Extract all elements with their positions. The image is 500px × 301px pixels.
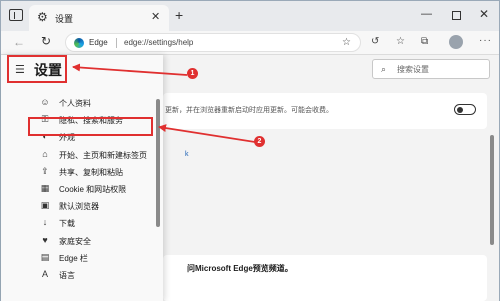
nav-item-label: Cookie 和网站权限: [59, 184, 127, 194]
nav-item-downloads[interactable]: ↓ 下载: [1, 215, 151, 232]
nav-item-label: 个人资料: [59, 99, 91, 108]
nav-item-label: 家庭安全: [59, 236, 91, 246]
metered-update-toggle[interactable]: [454, 104, 476, 115]
nav-item-label: 开始、主页和新建标签页: [59, 150, 147, 160]
tab-actions-icon[interactable]: [9, 9, 23, 21]
extensions-icon[interactable]: ↺: [371, 36, 379, 47]
reload-icon[interactable]: ↻: [41, 34, 51, 48]
insider-card: 问Microsoft Edge预览频道。: [163, 255, 487, 301]
home-icon: ⌂: [42, 148, 48, 159]
nav-item-languages[interactable]: A 语言: [1, 267, 151, 284]
minimize-button[interactable]: —: [421, 8, 432, 20]
edge-logo-icon: [74, 38, 84, 48]
browser-window: ⚙ 设置 ✕ + — ✕ ← ↻ Edge edge://settings/he…: [0, 0, 500, 301]
update-text: 更新，并在浏览器重新启动时应用更新。可能会收费。: [165, 107, 333, 114]
browser-icon: ▣: [40, 200, 50, 211]
url-text[interactable]: edge://settings/help: [124, 38, 193, 47]
maximize-button[interactable]: [452, 11, 461, 20]
search-input[interactable]: [397, 63, 485, 76]
nav-item-share[interactable]: ⇪ 共享、复制和粘贴: [1, 164, 151, 181]
search-icon: ⌕: [381, 64, 387, 74]
nav-item-profiles[interactable]: ☺ 个人资料: [1, 95, 151, 112]
nav-item-family[interactable]: ♥ 家庭安全: [1, 233, 151, 250]
collections-icon[interactable]: ⧉: [421, 36, 428, 47]
page-scrollbar[interactable]: [490, 135, 494, 245]
annotation-badge-1: 1: [187, 68, 198, 79]
tab-settings[interactable]: ⚙ 设置 ✕: [29, 5, 169, 31]
settings-nav-flyout: ☰ 设置 ☺ 个人资料 ⚿ 隐私、搜索和服务 ◐ 外观 ⌂ 开始、主页和新建标签…: [1, 55, 163, 301]
help-link[interactable]: k: [185, 151, 189, 158]
family-icon: ♥: [42, 234, 48, 245]
search-settings-box[interactable]: ⌕: [372, 59, 490, 79]
edge-bar-icon: ▤: [40, 251, 50, 262]
address-bar[interactable]: Edge edge://settings/help ☆: [65, 33, 361, 52]
nav-item-cookies[interactable]: ▦ Cookie 和网站权限: [1, 181, 151, 198]
address-toolbar: ← ↻ Edge edge://settings/help ☆ ↺ ☆ ⧉ ··…: [1, 31, 499, 55]
favorites-icon[interactable]: ☆: [396, 36, 405, 47]
nav-item-edge-bar[interactable]: ▤ Edge 栏: [1, 250, 151, 267]
favorite-add-icon[interactable]: ☆: [342, 37, 351, 48]
nav-item-label: Edge 栏: [59, 253, 88, 263]
insider-text: 问Microsoft Edge预览频道。: [187, 264, 293, 273]
more-icon[interactable]: ···: [479, 35, 492, 46]
back-icon[interactable]: ←: [13, 35, 25, 49]
language-icon: A: [41, 268, 48, 279]
nav-item-label: 语言: [59, 270, 75, 280]
title-bar: ⚙ 设置 ✕ + — ✕: [1, 1, 499, 31]
nav-item-label: 默认浏览器: [59, 202, 99, 212]
nav-scrollbar[interactable]: [156, 99, 160, 227]
gear-icon: ⚙: [37, 10, 48, 24]
tab-title: 设置: [55, 14, 74, 24]
update-card: 更新，并在浏览器重新启动时应用更新。可能会收费。: [163, 93, 487, 129]
nav-item-label: 下载: [59, 219, 75, 229]
window-close-button[interactable]: ✕: [479, 7, 489, 21]
profile-icon: ☺: [40, 97, 50, 107]
cookie-icon: ▦: [40, 182, 50, 193]
share-icon: ⇪: [41, 165, 49, 176]
annotation-badge-2: 2: [254, 136, 265, 147]
nav-item-default-browser[interactable]: ▣ 默认浏览器: [1, 198, 151, 215]
annotation-box-privacy: [28, 117, 153, 136]
download-icon: ↓: [42, 217, 48, 228]
address-separator: [116, 38, 117, 48]
settings-page: ⌕ 更新，并在浏览器重新启动时应用更新。可能会收费。 k 问Microsoft …: [1, 55, 499, 301]
tab-close-icon[interactable]: ✕: [151, 10, 160, 23]
annotation-box-title: [7, 55, 67, 83]
new-tab-icon[interactable]: +: [175, 7, 183, 23]
nav-item-start-home[interactable]: ⌂ 开始、主页和新建标签页: [1, 147, 151, 164]
nav-item-label: 共享、复制和粘贴: [59, 167, 123, 177]
profile-icon[interactable]: [449, 35, 463, 49]
site-label: Edge: [89, 38, 108, 47]
